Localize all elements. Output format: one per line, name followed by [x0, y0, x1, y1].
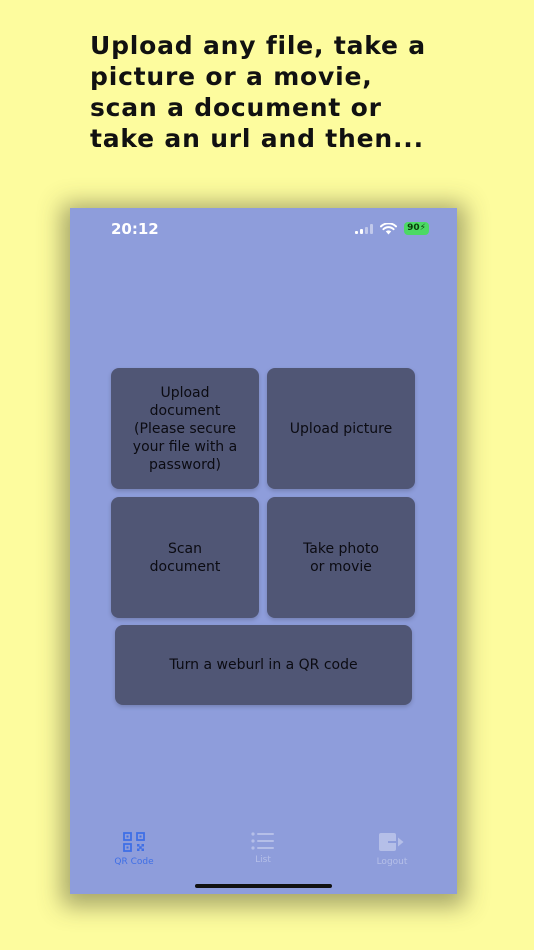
tab-qr-code[interactable]: QR Code [89, 832, 179, 867]
qr-code-icon [123, 832, 145, 852]
weburl-qr-code-button[interactable]: Turn a weburl in a QR code [115, 625, 412, 705]
tab-logout[interactable]: Logout [347, 832, 437, 867]
tab-qr-code-label: QR Code [114, 857, 154, 867]
status-time: 20:12 [111, 220, 159, 238]
home-indicator[interactable] [195, 884, 332, 888]
upload-document-button[interactable]: Upload document (Please secure your file… [111, 368, 259, 489]
battery-icon: 90⚡ [404, 222, 429, 235]
wifi-icon [380, 222, 398, 234]
upload-picture-button[interactable]: Upload picture [267, 368, 415, 489]
cellular-signal-icon [355, 223, 374, 234]
list-icon [251, 832, 274, 850]
take-photo-or-movie-button[interactable]: Take photo or movie [267, 497, 415, 618]
scan-document-button[interactable]: Scan document [111, 497, 259, 618]
logout-icon [379, 833, 404, 851]
status-icons: 90⚡ [355, 222, 429, 235]
marketing-headline: Upload any file, take a picture or a mov… [90, 31, 426, 153]
tab-logout-label: Logout [376, 857, 408, 867]
tab-list[interactable]: List [218, 832, 308, 865]
phone-screen: 20:12 90⚡ Upload document (Please secure… [70, 208, 457, 894]
tab-list-label: List [255, 855, 271, 865]
battery-level: 90 [407, 223, 420, 233]
